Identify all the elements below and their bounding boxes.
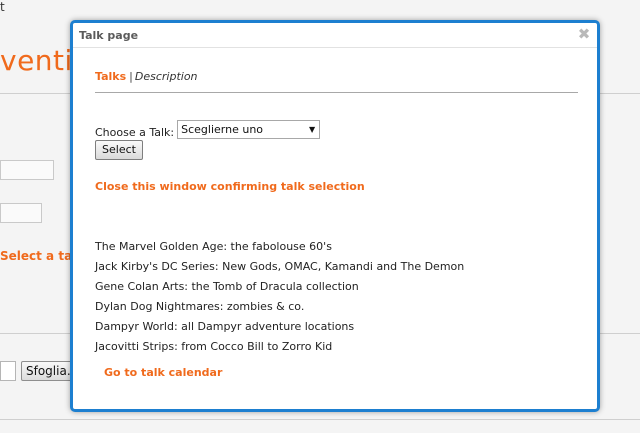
choose-talk-label: Choose a Talk: — [95, 126, 175, 139]
talk-page-dialog: Talk page ✖ Talks | Description Choose a T… — [70, 20, 600, 412]
list-item: The Marvel Golden Age: the fabolouse 60'… — [95, 240, 332, 253]
dialog-header: Talk page ✖ — [73, 23, 597, 48]
background-input-2[interactable] — [0, 203, 42, 223]
tab-description[interactable]: Description — [135, 70, 198, 83]
tab-talks[interactable]: Talks — [95, 70, 126, 83]
tabs-divider — [95, 92, 578, 93]
close-icon[interactable]: ✖ — [577, 27, 591, 42]
dialog-title: Talk page — [79, 29, 139, 42]
list-item: Jack Kirby's DC Series: New Gods, OMAC, … — [95, 260, 465, 273]
background-corner-text: t — [0, 0, 5, 14]
talk-calendar-link[interactable]: Go to talk calendar — [104, 366, 222, 379]
chevron-down-icon: ▼ — [308, 125, 316, 134]
talk-list: The Marvel Golden Age: the fabolouse 60'… — [95, 237, 464, 357]
list-item: Jacovitti Strips: from Cocco Bill to Zor… — [95, 340, 333, 353]
dialog-tabs: Talks | Description — [95, 70, 198, 83]
background-input-1[interactable] — [0, 160, 54, 180]
background-divider-3 — [0, 419, 640, 420]
tab-separator: | — [129, 70, 133, 83]
talk-select-value: Sceglierne uno — [181, 123, 264, 136]
choose-talk-row: Choose a Talk: Sceglierne uno ▼ — [95, 120, 321, 139]
background-file-input[interactable] — [0, 361, 16, 381]
talk-select[interactable]: Sceglierne uno ▼ — [177, 120, 321, 139]
dialog-body: Talks | Description Choose a Talk: Sceglie… — [95, 53, 578, 409]
list-item: Dampyr World: all Dampyr adventure locat… — [95, 320, 355, 333]
list-item: Dylan Dog Nightmares: zombies & co. — [95, 300, 305, 313]
select-button[interactable]: Select — [95, 140, 143, 160]
confirm-selection-link[interactable]: Close this window confirming talk select… — [95, 180, 365, 193]
list-item: Gene Colan Arts: the Tomb of Dracula col… — [95, 280, 359, 293]
